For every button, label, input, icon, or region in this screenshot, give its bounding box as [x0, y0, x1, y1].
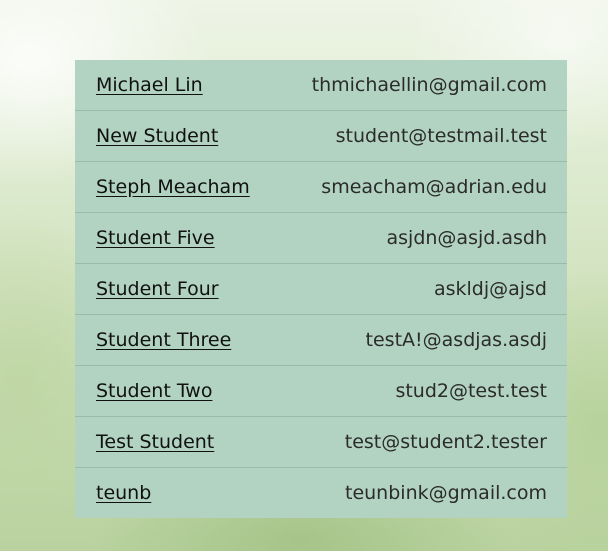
student-name-link[interactable]: New Student: [96, 125, 218, 147]
student-email: student@testmail.test: [335, 125, 547, 147]
student-row: Student Five asjdn@asjd.asdh: [75, 213, 567, 264]
student-name-link[interactable]: Student Three: [96, 329, 231, 351]
student-name-link[interactable]: teunb: [96, 482, 151, 504]
student-email: askldj@ajsd: [433, 278, 547, 300]
student-name-link[interactable]: Steph Meacham: [96, 176, 250, 198]
student-row: Student Two stud2@test.test: [75, 366, 567, 417]
student-email: thmichaellin@gmail.com: [311, 74, 547, 96]
student-row: New Student student@testmail.test: [75, 111, 567, 162]
student-name-link[interactable]: Test Student: [96, 431, 214, 453]
student-row: Steph Meacham smeacham@adrian.edu: [75, 162, 567, 213]
student-name-link[interactable]: Student Five: [96, 227, 215, 249]
student-email: testA!@asdjas.asdj: [365, 329, 547, 351]
student-row: Michael Lin thmichaellin@gmail.com: [75, 60, 567, 111]
student-row: Student Three testA!@asdjas.asdj: [75, 315, 567, 366]
student-email: teunbink@gmail.com: [345, 482, 547, 504]
student-email: asjdn@asjd.asdh: [386, 227, 548, 249]
student-row: Student Four askldj@ajsd: [75, 264, 567, 315]
student-list: Michael Lin thmichaellin@gmail.com New S…: [75, 60, 567, 518]
student-name-link[interactable]: Student Four: [96, 278, 219, 300]
student-name-link[interactable]: Student Two: [96, 380, 212, 402]
student-email: stud2@test.test: [395, 380, 547, 402]
student-email: test@student2.tester: [344, 431, 547, 453]
student-name-link[interactable]: Michael Lin: [96, 74, 203, 96]
student-email: smeacham@adrian.edu: [321, 176, 547, 198]
student-row: Test Student test@student2.tester: [75, 417, 567, 468]
student-row: teunb teunbink@gmail.com: [75, 468, 567, 518]
